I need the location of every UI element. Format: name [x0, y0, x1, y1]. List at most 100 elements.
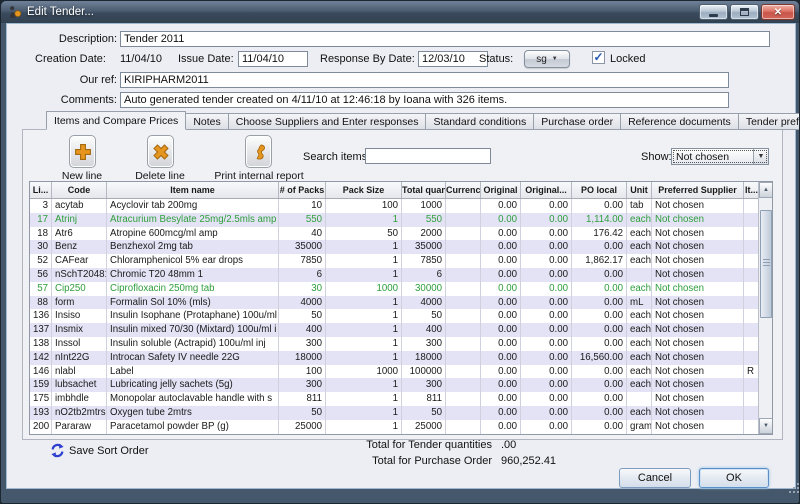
column-header-line[interactable]: Li...: [30, 182, 52, 198]
status-dropdown[interactable]: sg ▼: [524, 50, 570, 68]
column-header-preferred_supplier[interactable]: Preferred Supplier: [652, 182, 744, 198]
column-header-original[interactable]: Original: [481, 182, 521, 198]
column-header-original2[interactable]: Original...: [521, 182, 572, 198]
show-dropdown[interactable]: Not chosen ▼: [671, 148, 769, 165]
table-row[interactable]: 57Cip250Ciprofloxacin 250mg tab301000300…: [30, 282, 772, 296]
scroll-up-button[interactable]: ▲: [759, 182, 773, 198]
table-row[interactable]: 159lubsachetLubricating jelly sachets (5…: [30, 378, 772, 392]
tender-app-icon: [8, 5, 22, 19]
tab-reference-documents[interactable]: Reference documents: [621, 113, 739, 130]
column-header-po_local[interactable]: PO local: [572, 182, 627, 198]
table-row[interactable]: 200PararawParacetamol powder BP (g)25000…: [30, 420, 772, 434]
cell-packs: 300: [279, 337, 326, 351]
cell-unit: each: [627, 240, 652, 254]
cell-packs: 50: [279, 309, 326, 323]
table-row[interactable]: 146nlablLabel10010001000000.000.000.00ea…: [30, 365, 772, 379]
close-icon: ✕: [774, 7, 782, 18]
table-body: 3acytabAcyclovir tab 200mg1010010000.000…: [30, 199, 772, 434]
maximize-button[interactable]: [730, 4, 759, 20]
cell-original2: 0.00: [521, 240, 572, 254]
cell-currency: [446, 365, 481, 379]
tab-notes[interactable]: Notes: [186, 113, 228, 130]
table-row[interactable]: 137InsmixInsulin mixed 70/30 (Mixtard) 1…: [30, 323, 772, 337]
cell-packs: 35000: [279, 240, 326, 254]
delete-line-button[interactable]: [147, 135, 174, 168]
issue-date-input[interactable]: [238, 51, 308, 67]
cell-pack_size: 1: [326, 323, 402, 337]
cell-code: imbhdle: [52, 392, 107, 406]
cell-po_local: 0.00: [572, 420, 627, 434]
cell-preferred_supplier: Not chosen: [652, 392, 744, 406]
items-panel: New line Delete line Print internal repo…: [22, 129, 783, 440]
cell-code: Benz: [52, 240, 107, 254]
scroll-down-icon: ▼: [763, 423, 769, 429]
table-row[interactable]: 52CAFearChloramphenicol 5% ear drops7850…: [30, 254, 772, 268]
table-row[interactable]: 56nSchT20481Chromic T20 48mm 16160.000.0…: [30, 268, 772, 282]
column-header-code[interactable]: Code: [52, 182, 107, 198]
cell-code: Atrinj: [52, 213, 107, 227]
table-scrollbar[interactable]: ▲ ▼: [758, 182, 772, 434]
table-row[interactable]: 3acytabAcyclovir tab 200mg1010010000.000…: [30, 199, 772, 213]
table-row[interactable]: 136InsisoInsulin Isophane (Protaphane) 1…: [30, 309, 772, 323]
cell-unit: grams: [627, 420, 652, 434]
cell-po_local: 0.00: [572, 406, 627, 420]
tab-standard-conditions[interactable]: Standard conditions: [426, 113, 534, 130]
cell-packs: 550: [279, 213, 326, 227]
column-header-total_quantity[interactable]: Total quan...: [402, 182, 446, 198]
cell-code: nO2tb2mtrs: [52, 406, 107, 420]
cell-currency: [446, 337, 481, 351]
resize-grip[interactable]: [789, 483, 791, 485]
table-row[interactable]: 193nO2tb2mtrsOxygen tube 2mtrs501500.000…: [30, 406, 772, 420]
cell-original: 0.00: [481, 199, 521, 213]
cell-total_quantity: 50: [402, 309, 446, 323]
cell-pack_size: 1: [326, 351, 402, 365]
cell-original: 0.00: [481, 323, 521, 337]
table-row[interactable]: 138InssolInsulin soluble (Actrapid) 100u…: [30, 337, 772, 351]
column-header-pack_size[interactable]: Pack Size: [326, 182, 402, 198]
ok-button[interactable]: OK: [699, 468, 769, 488]
issue-date-label: Issue Date:: [178, 53, 234, 65]
locked-checkbox[interactable]: ✓: [592, 51, 605, 64]
cancel-button[interactable]: Cancel: [619, 468, 691, 488]
table-row[interactable]: 142nInt22GIntrocan Safety IV needle 22G1…: [30, 351, 772, 365]
our-ref-input[interactable]: [120, 72, 729, 88]
cell-original2: 0.00: [521, 227, 572, 241]
new-line-button[interactable]: [69, 135, 96, 168]
cell-unit: each: [627, 351, 652, 365]
description-input[interactable]: [120, 31, 770, 47]
response-by-date-input[interactable]: [418, 51, 488, 67]
cell-currency: [446, 199, 481, 213]
cell-po_local: 176.42: [572, 227, 627, 241]
column-header-unit[interactable]: Unit: [627, 182, 652, 198]
cell-currency: [446, 351, 481, 365]
save-sort-order-label[interactable]: Save Sort Order: [69, 445, 148, 457]
cell-item_name: Atropine 600mcg/ml amp: [107, 227, 279, 241]
close-button[interactable]: ✕: [761, 4, 795, 20]
scroll-down-button[interactable]: ▼: [759, 418, 773, 434]
creation-date-value: 11/04/10: [120, 53, 162, 65]
minimize-button[interactable]: [699, 4, 728, 20]
table-row[interactable]: 88formFormalin Sol 10% (mls)4000140000.0…: [30, 296, 772, 310]
cell-pack_size: 1: [326, 420, 402, 434]
column-header-packs[interactable]: # of Packs: [279, 182, 326, 198]
cell-packs: 50: [279, 406, 326, 420]
column-header-item_name[interactable]: Item name: [107, 182, 279, 198]
tab-purchase-order[interactable]: Purchase order: [534, 113, 621, 130]
cell-packs: 40: [279, 227, 326, 241]
comments-input[interactable]: [120, 92, 729, 108]
tab-tender-preferences[interactable]: Tender preferences: [739, 113, 800, 130]
table-row[interactable]: 18Atr6Atropine 600mcg/ml amp405020000.00…: [30, 227, 772, 241]
search-items-input[interactable]: [365, 148, 491, 164]
scrollbar-thumb[interactable]: [760, 210, 772, 318]
tab-choose-suppliers-and-enter-responses[interactable]: Choose Suppliers and Enter responses: [229, 113, 427, 130]
print-internal-report-button[interactable]: [245, 135, 272, 168]
tab-items-and-compare-prices[interactable]: Items and Compare Prices: [46, 111, 186, 130]
table-row[interactable]: 30BenzBenzhexol 2mg tab350001350000.000.…: [30, 240, 772, 254]
cell-total_quantity: 30000: [402, 282, 446, 296]
cell-original2: 0.00: [521, 213, 572, 227]
table-row[interactable]: 17AtrinjAtracurium Besylate 25mg/2.5mls …: [30, 213, 772, 227]
cell-currency: [446, 227, 481, 241]
table-row[interactable]: 175imbhdleMonopolar autoclavable handle …: [30, 392, 772, 406]
cell-line: 137: [30, 323, 52, 337]
column-header-currency[interactable]: Currency: [446, 182, 481, 198]
